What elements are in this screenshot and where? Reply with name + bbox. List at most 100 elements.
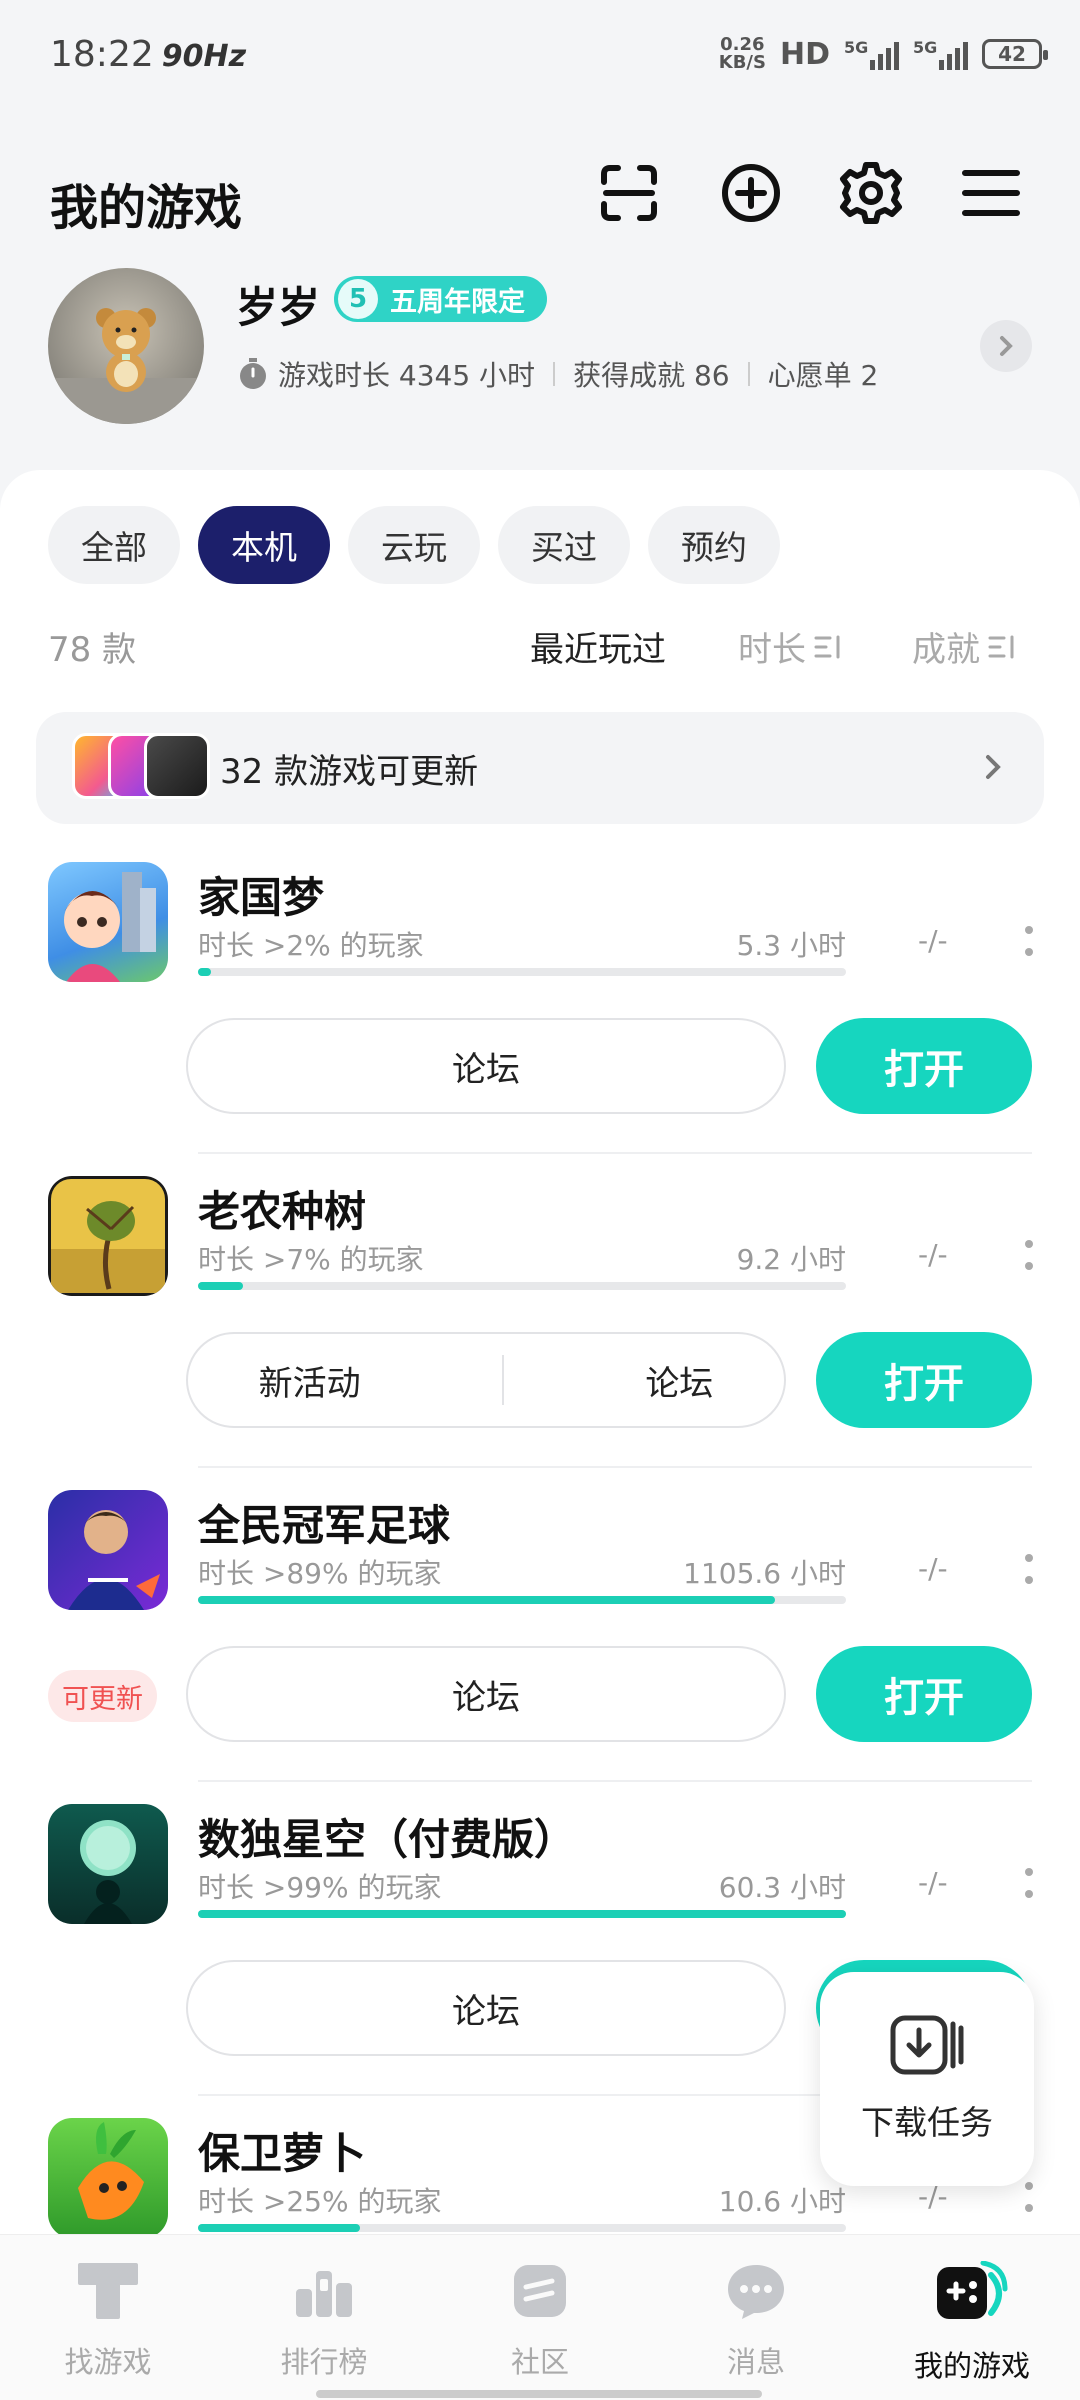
- wishlist-count: 心愿单 2: [767, 359, 879, 392]
- more-options-icon[interactable]: [1024, 2182, 1034, 2212]
- sort-recent[interactable]: 最近玩过: [530, 622, 666, 671]
- badge-label: 五周年限定: [390, 286, 525, 318]
- play-time-progress: [198, 2224, 846, 2232]
- forum-button[interactable]: 论坛: [186, 1018, 786, 1114]
- game-hours: 10.6 小时: [718, 2185, 846, 2218]
- action-pill: 新活动 论坛: [186, 1332, 786, 1428]
- tab-cloud[interactable]: 云玩: [348, 506, 480, 584]
- game-name: 全民冠军足球: [198, 1501, 451, 1550]
- refresh-rate: 90Hz: [161, 39, 247, 74]
- tab-purchased[interactable]: 买过: [498, 506, 630, 584]
- game-hours: 9.2 小时: [736, 1243, 846, 1276]
- community-icon: [508, 2261, 572, 2321]
- forum-button[interactable]: 论坛: [186, 1960, 786, 2056]
- more-options-icon[interactable]: [1024, 1554, 1034, 1584]
- game-rank: 时长 >25% 的玩家: [198, 2185, 442, 2218]
- profile-stats: 游戏时长 4345 小时 获得成就 86 心愿单 2: [238, 354, 878, 394]
- more-options-icon[interactable]: [1024, 926, 1034, 956]
- game-icon[interactable]: [48, 1176, 168, 1296]
- play-time-progress: [198, 968, 846, 976]
- nav-my-games[interactable]: 我的游戏: [864, 2235, 1080, 2400]
- play-time-progress: [198, 1910, 846, 1918]
- new-event-button[interactable]: 新活动: [259, 1356, 361, 1405]
- game-name: 老农种树: [198, 1187, 367, 1236]
- settings-icon[interactable]: [838, 160, 904, 226]
- play-time: 游戏时长 4345 小时: [278, 359, 536, 392]
- hd-indicator: HD: [779, 36, 830, 72]
- tab-local[interactable]: 本机: [198, 506, 330, 584]
- username: 岁岁: [236, 283, 321, 332]
- update-game-icons: [72, 733, 212, 803]
- leaderboard-icon: [292, 2261, 356, 2321]
- nav-messages[interactable]: 消息: [648, 2235, 864, 2400]
- bottom-navigation: 找游戏 排行榜 社区 消息 我的游戏: [0, 2234, 1080, 2400]
- tab-reserved[interactable]: 预约: [648, 506, 780, 584]
- download-icon: [889, 2014, 965, 2076]
- play-time-progress: [198, 1282, 846, 1290]
- game-icon[interactable]: [48, 2118, 168, 2238]
- filter-tabs: 全部 本机 云玩 买过 预约: [48, 506, 780, 584]
- updates-banner-text: 32 款游戏可更新: [220, 751, 479, 792]
- updates-banner[interactable]: 32 款游戏可更新: [36, 712, 1044, 824]
- game-name: 数独星空（付费版）: [198, 1815, 577, 1864]
- open-game-button[interactable]: 打开: [816, 1018, 1032, 1114]
- scan-icon[interactable]: [596, 160, 662, 226]
- game-row: 全民冠军足球 时长 >89% 的玩家 1105.6 小时 -/- 可更新 论坛 …: [0, 1490, 1080, 1802]
- sort-order-icon: [988, 634, 1018, 660]
- game-hours: 60.3 小时: [718, 1871, 846, 1904]
- home-indicator[interactable]: [316, 2390, 762, 2398]
- game-rank: 时长 >7% 的玩家: [198, 1243, 424, 1276]
- game-row: 老农种树 时长 >7% 的玩家 9.2 小时 -/- 新活动 论坛 打开: [0, 1176, 1080, 1488]
- more-options-icon[interactable]: [1024, 1240, 1034, 1270]
- network-speed: 0.26 KB/S: [718, 34, 766, 73]
- game-achievement: -/-: [918, 1552, 948, 1585]
- battery-icon: 42: [982, 39, 1048, 69]
- add-icon[interactable]: [718, 160, 784, 226]
- nav-leaderboard[interactable]: 排行榜: [216, 2235, 432, 2400]
- sort-duration[interactable]: 时长: [738, 622, 844, 671]
- more-options-icon[interactable]: [1024, 1868, 1034, 1898]
- game-rank: 时长 >2% 的玩家: [198, 929, 424, 962]
- play-time-progress: [198, 1596, 846, 1604]
- game-icon[interactable]: [48, 1804, 168, 1924]
- message-icon: [724, 2261, 788, 2321]
- open-game-button[interactable]: 打开: [816, 1646, 1032, 1742]
- status-indicators: 0.26 KB/S HD 5G 5G 42: [718, 32, 1048, 76]
- game-achievement: -/-: [918, 924, 948, 957]
- game-hours: 1105.6 小时: [683, 1557, 846, 1590]
- game-rank: 时长 >89% 的玩家: [198, 1557, 442, 1590]
- game-achievement: -/-: [918, 1866, 948, 1899]
- nav-community[interactable]: 社区: [432, 2235, 648, 2400]
- game-name: 家国梦: [198, 873, 325, 922]
- sort-order-icon: [814, 634, 844, 660]
- status-time: 18:22: [50, 34, 154, 75]
- game-icon[interactable]: [48, 1490, 168, 1610]
- find-game-icon: [76, 2261, 140, 2321]
- download-tasks-button[interactable]: 下载任务: [820, 1972, 1034, 2186]
- nav-find-game[interactable]: 找游戏: [0, 2235, 216, 2400]
- game-icon[interactable]: [48, 862, 168, 982]
- achievements-count: 获得成就 86: [573, 359, 730, 392]
- forum-button[interactable]: 论坛: [645, 1356, 713, 1405]
- game-achievement: -/-: [918, 1238, 948, 1271]
- game-hours: 5.3 小时: [736, 929, 846, 962]
- open-game-button[interactable]: 打开: [816, 1332, 1032, 1428]
- signal-icon: 5G: [913, 38, 968, 70]
- game-name: 保卫萝卜: [198, 2129, 367, 2178]
- game-rank: 时长 >99% 的玩家: [198, 1871, 442, 1904]
- page-title: 我的游戏: [50, 180, 243, 236]
- status-bar: 18:22 90Hz 0.26 KB/S HD 5G 5G 42: [0, 0, 1080, 110]
- anniversary-badge[interactable]: 5 五周年限定: [334, 276, 547, 322]
- forum-button[interactable]: 论坛: [186, 1646, 786, 1742]
- my-games-icon: [935, 2261, 1009, 2325]
- game-row: 家国梦 时长 >2% 的玩家 5.3 小时 -/- 论坛 打开: [0, 862, 1080, 1174]
- menu-icon[interactable]: [958, 160, 1024, 226]
- chevron-right-icon: [982, 752, 1004, 786]
- update-available-tag[interactable]: 可更新: [48, 1670, 157, 1722]
- signal-icon: 5G: [844, 38, 899, 70]
- avatar[interactable]: [48, 268, 204, 424]
- sort-achievement[interactable]: 成就: [912, 622, 1018, 671]
- profile-chevron-right-icon[interactable]: [980, 320, 1032, 372]
- game-count: 78 款: [48, 630, 137, 670]
- tab-all[interactable]: 全部: [48, 506, 180, 584]
